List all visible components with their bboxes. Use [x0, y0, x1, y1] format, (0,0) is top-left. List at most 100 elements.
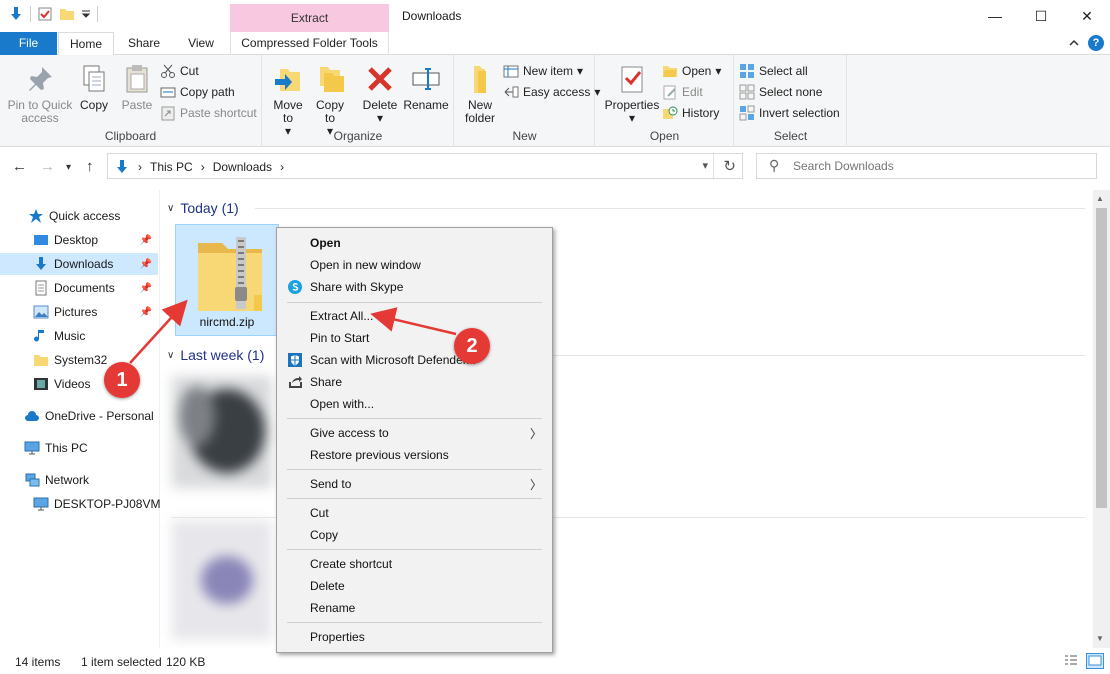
search-box[interactable]: ⚲: [756, 153, 1097, 179]
invert-selection-button[interactable]: Invert selection: [739, 103, 840, 123]
large-icons-view-icon[interactable]: [1086, 653, 1104, 669]
vertical-scrollbar[interactable]: ▲ ▼: [1093, 190, 1110, 648]
menu-item-scan-defender[interactable]: Scan with Microsoft Defender...: [277, 349, 552, 371]
menu-item-open-new-window[interactable]: Open in new window: [277, 254, 552, 276]
up-arrow-icon[interactable]: ↑: [86, 158, 94, 175]
select-all-button[interactable]: Select all: [739, 61, 808, 81]
delete-button[interactable]: Delete ▾: [359, 63, 401, 125]
menu-item-share[interactable]: Share: [277, 371, 552, 393]
refresh-icon[interactable]: ↻: [723, 157, 736, 175]
move-to-button[interactable]: Move to ▾: [269, 63, 307, 138]
menu-separator: [287, 418, 542, 419]
cut-button[interactable]: Cut: [160, 61, 199, 81]
history-button[interactable]: History: [662, 103, 719, 123]
new-item-button[interactable]: New item ▾: [503, 61, 583, 81]
recent-locations-icon[interactable]: ▾: [66, 162, 71, 173]
search-input[interactable]: [793, 157, 1083, 175]
tab-view[interactable]: View: [176, 32, 226, 55]
tab-file[interactable]: File: [0, 32, 57, 55]
breadcrumb-separator-icon[interactable]: ›: [138, 160, 142, 174]
scroll-up-icon[interactable]: ▲: [1096, 194, 1104, 203]
easy-access-button[interactable]: Easy access ▾: [503, 82, 600, 102]
annotation-badge-1: 1: [104, 362, 140, 398]
paste-shortcut-button[interactable]: Paste shortcut: [160, 103, 257, 123]
edit-button[interactable]: Edit: [662, 82, 703, 102]
nav-item-documents[interactable]: Documents 📌: [0, 277, 158, 299]
maximize-button[interactable]: ☐: [1018, 0, 1064, 32]
blurred-thumbnail[interactable]: [172, 520, 272, 640]
menu-item-share-skype[interactable]: Share with Skype: [277, 276, 552, 298]
open-button[interactable]: Open ▾: [662, 61, 721, 81]
scroll-down-icon[interactable]: ▼: [1096, 634, 1104, 643]
menu-item-give-access[interactable]: Give access to 〉: [277, 422, 552, 444]
close-button[interactable]: ✕: [1064, 0, 1110, 32]
blurred-thumbnail[interactable]: [172, 376, 272, 488]
select-all-label: Select all: [759, 64, 808, 78]
collapse-ribbon-icon[interactable]: [1068, 37, 1080, 49]
menu-item-open-with[interactable]: Open with...: [277, 393, 552, 415]
new-folder-button[interactable]: New folder: [459, 63, 501, 125]
open-label: Open: [682, 64, 712, 78]
paste-button[interactable]: Paste: [118, 63, 156, 112]
menu-item-copy[interactable]: Copy: [277, 524, 552, 546]
nav-this-pc[interactable]: This PC: [0, 437, 158, 459]
breadcrumb-separator-icon[interactable]: ›: [280, 160, 284, 174]
status-item-count: 14 items: [15, 655, 61, 669]
select-none-button[interactable]: Select none: [739, 82, 822, 102]
group-today-header[interactable]: ∨ Today (1): [167, 200, 239, 216]
minimize-button[interactable]: —: [972, 0, 1018, 32]
group-last-week-header[interactable]: ∨ Last week (1): [167, 347, 264, 363]
back-arrow-icon[interactable]: ←: [12, 158, 27, 175]
nav-network[interactable]: Network: [0, 469, 158, 491]
rename-button[interactable]: Rename: [403, 63, 449, 112]
menu-item-properties[interactable]: Properties: [277, 626, 552, 648]
file-tile-nircmd[interactable]: nircmd.zip: [175, 224, 279, 336]
nav-item-desktop[interactable]: Desktop 📌: [0, 229, 158, 251]
breadcrumb-this-pc[interactable]: This PC: [150, 160, 193, 174]
tab-compressed-folder-tools[interactable]: Compressed Folder Tools: [230, 32, 389, 55]
breadcrumb-separator-icon[interactable]: ›: [201, 160, 205, 174]
nav-quick-access[interactable]: Quick access: [0, 205, 158, 227]
menu-item-send-to[interactable]: Send to 〉: [277, 473, 552, 495]
file-name-label: nircmd.zip: [199, 315, 255, 329]
copy-button[interactable]: Copy: [76, 63, 112, 112]
nav-item-pictures[interactable]: Pictures 📌: [0, 301, 158, 323]
menu-item-rename[interactable]: Rename: [277, 597, 552, 619]
menu-item-create-shortcut[interactable]: Create shortcut: [277, 553, 552, 575]
nav-item-downloads[interactable]: Downloads 📌: [0, 253, 158, 275]
menu-item-cut[interactable]: Cut: [277, 502, 552, 524]
nav-onedrive[interactable]: OneDrive - Personal: [0, 405, 158, 427]
ribbon-tabs: File Home Share View Compressed Folder T…: [0, 32, 1110, 56]
address-dropdown-icon[interactable]: ▾: [702, 159, 708, 172]
share-icon: [289, 376, 302, 388]
nav-desktop-pc[interactable]: DESKTOP-PJ08VM9: [0, 493, 167, 515]
clipboard-group-label: Clipboard: [104, 129, 157, 143]
menu-item-restore-versions[interactable]: Restore previous versions: [277, 444, 552, 466]
properties-check-icon[interactable]: [37, 6, 53, 22]
properties-button[interactable]: Properties ▾: [604, 63, 660, 125]
new-item-icon: [503, 65, 519, 78]
tab-home[interactable]: Home: [58, 32, 114, 56]
menu-item-pin-start[interactable]: Pin to Start: [277, 327, 552, 349]
scroll-thumb[interactable]: [1096, 208, 1107, 508]
context-menu: Open Open in new window Share with Skype…: [276, 227, 553, 653]
down-arrow-icon[interactable]: [8, 6, 24, 22]
breadcrumb-downloads[interactable]: Downloads: [213, 160, 272, 174]
forward-arrow-icon[interactable]: →: [40, 158, 55, 175]
menu-item-extract-all[interactable]: Extract All...: [277, 305, 552, 327]
help-icon[interactable]: ?: [1088, 35, 1104, 51]
menu-item-open[interactable]: Open: [277, 232, 552, 254]
address-bar[interactable]: › This PC › Downloads › ▾ ↻: [107, 153, 743, 179]
nav-item-music[interactable]: Music: [0, 325, 158, 347]
copy-path-button[interactable]: Copy path: [160, 82, 235, 102]
new-folder-icon[interactable]: [59, 6, 75, 22]
paste-shortcut-icon: [161, 106, 175, 121]
ribbon: Pin to Quick access Copy Paste Cut Copy …: [0, 55, 1110, 147]
address-divider: [713, 154, 714, 178]
tab-share[interactable]: Share: [118, 32, 170, 55]
pin-quick-access-button[interactable]: Pin to Quick access: [6, 63, 74, 125]
customize-qat-icon[interactable]: [81, 6, 91, 22]
details-view-icon[interactable]: [1063, 653, 1079, 669]
menu-item-delete[interactable]: Delete: [277, 575, 552, 597]
copy-to-button[interactable]: Copy to ▾: [311, 63, 349, 138]
